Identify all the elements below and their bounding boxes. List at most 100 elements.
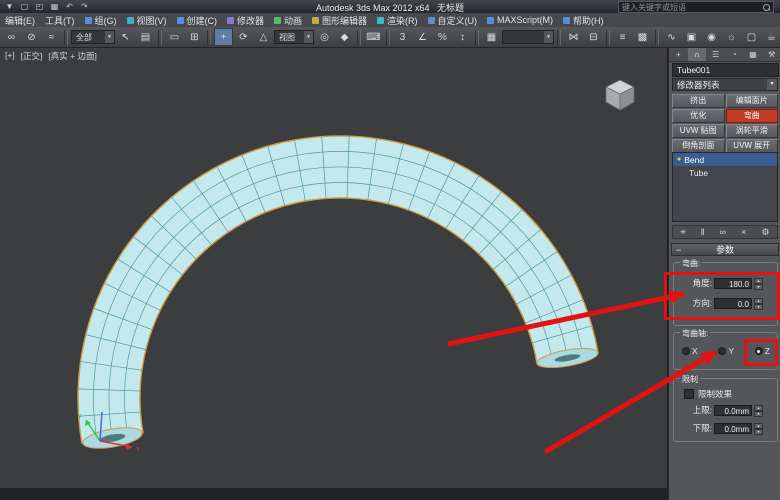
remove-modifier-icon[interactable]: × (741, 227, 746, 237)
stack-item-tube[interactable]: Tube (673, 166, 777, 179)
select-by-name-icon[interactable]: ▤ (136, 28, 155, 46)
modifier-button-2[interactable]: 优化 (672, 109, 725, 123)
tab-display[interactable]: ▦ (744, 48, 763, 61)
select-object-icon[interactable]: ↖ (116, 28, 135, 46)
axis-y-radio[interactable]: Y (718, 346, 734, 356)
curve-editor-icon[interactable]: ∿ (662, 28, 681, 46)
use-center-icon[interactable]: ◎ (315, 28, 334, 46)
layer-manager-icon[interactable]: ≡ (613, 28, 632, 46)
stack-item-bend[interactable]: ● Bend (673, 153, 777, 166)
modifier-button-6[interactable]: 倒角剖面 (672, 139, 725, 153)
material-editor-icon[interactable]: ◉ (702, 28, 721, 46)
tab-hierarchy[interactable]: ☰ (706, 48, 725, 61)
lower-limit-field[interactable]: 0.0mm (714, 422, 752, 434)
search-placeholder: 键入关键字或短语 (622, 2, 686, 12)
axis-z-radio[interactable]: Z (754, 346, 770, 356)
angle-snap-icon[interactable]: ∠ (413, 28, 432, 46)
snap-toggle-icon[interactable]: 3 (393, 28, 412, 46)
schematic-view-icon[interactable]: ▣ (682, 28, 701, 46)
menu-item-3[interactable]: 视图(V) (122, 13, 172, 27)
save-file-icon[interactable]: ▦ (48, 1, 61, 12)
mirror-icon[interactable]: ⋈ (564, 28, 583, 46)
menu-item-label: 渲染(R) (387, 15, 418, 26)
undo-icon[interactable]: ↶ (63, 1, 76, 12)
search-input[interactable]: 键入关键字或短语 (618, 1, 774, 13)
app-menu-icon[interactable]: ▼ (3, 1, 16, 12)
window-crossing-icon[interactable]: ⊞ (185, 28, 204, 46)
modifier-button-5[interactable]: 涡轮平滑 (725, 124, 778, 138)
modifier-button-7[interactable]: UVW 展开 (725, 139, 778, 153)
tab-modify[interactable]: ∩ (687, 48, 707, 61)
show-end-result-icon[interactable]: ‖ (701, 227, 705, 237)
angle-spinner[interactable]: ▴ ▾ (754, 277, 763, 290)
rect-region-icon[interactable]: ▭ (165, 28, 184, 46)
angle-field[interactable]: 180.0 (714, 277, 752, 289)
menu-item-4[interactable]: 创建(C) (172, 13, 223, 27)
coord-system-combo[interactable]: 视图 ▼ (274, 30, 314, 44)
named-sets-combo[interactable]: ▼ (502, 30, 554, 44)
select-scale-icon[interactable]: △ (254, 28, 273, 46)
axis-x-radio[interactable]: X (682, 346, 698, 356)
align-icon[interactable]: ⊟ (584, 28, 603, 46)
menu-item-10[interactable]: MAXScript(M) (482, 13, 558, 27)
modifier-button-4[interactable]: UVW 贴图 (672, 124, 725, 138)
toolbar-separator (207, 29, 211, 45)
bent-tube-object[interactable]: x y (0, 48, 668, 488)
menu-item-8[interactable]: 渲染(R) (372, 13, 423, 27)
viewport[interactable]: [+] [正交] [真实 + 边面] x y (0, 48, 668, 488)
select-move-icon[interactable]: + (214, 28, 233, 46)
graphite-toggle-icon[interactable]: ▩ (633, 28, 652, 46)
select-manipulate-icon[interactable]: ◆ (335, 28, 354, 46)
selection-filter-combo[interactable]: 全部 ▼ (71, 30, 115, 44)
object-name-field[interactable]: Tube001 (672, 63, 779, 77)
spinner-snap-icon[interactable]: ↕ (453, 28, 472, 46)
viewport-general-menu[interactable]: [+] (5, 50, 15, 62)
limit-effect-checkbox[interactable] (684, 389, 694, 399)
view-cube[interactable] (598, 74, 640, 116)
parameters-rollout-title: 参数 (715, 245, 734, 255)
menu-item-6[interactable]: 动画 (269, 13, 307, 27)
visibility-bulb-icon[interactable]: ● (677, 156, 681, 163)
tab-utilities[interactable]: ⚒ (762, 48, 780, 61)
edit-named-sets-icon[interactable]: ▦ (482, 28, 501, 46)
parameters-rollout-header[interactable]: − 参数 (671, 243, 779, 256)
select-link-icon[interactable]: ∞ (2, 28, 21, 46)
redo-icon[interactable]: ↷ (78, 1, 91, 12)
open-file-icon[interactable]: ◰ (33, 1, 46, 12)
viewport-shading-menu[interactable]: [真实 + 边面] (48, 50, 96, 62)
new-scene-icon[interactable]: ▢ (18, 1, 31, 12)
menu-item-5[interactable]: 修改器 (222, 13, 269, 27)
direction-field[interactable]: 0.0 (714, 297, 752, 309)
select-rotate-icon[interactable]: ⟳ (234, 28, 253, 46)
lower-limit-spinner[interactable]: ▴ ▾ (754, 422, 763, 435)
unlink-icon[interactable]: ⊘ (22, 28, 41, 46)
menu-item-2[interactable]: 组(G) (80, 13, 122, 27)
menu-item-1[interactable]: 工具(T) (40, 13, 80, 27)
bind-spacewarp-icon[interactable]: ≈ (42, 28, 61, 46)
render-setup-icon[interactable]: ☼ (722, 28, 741, 46)
pin-stack-icon[interactable]: ⌖ (681, 227, 686, 238)
modifier-button-3[interactable]: 弯曲 (725, 109, 778, 123)
direction-spinner[interactable]: ▴ ▾ (754, 297, 763, 310)
viewport-pov-menu[interactable]: [正交] (21, 50, 43, 62)
menu-item-9[interactable]: 自定义(U) (423, 13, 483, 27)
gizmo-y-label: y (78, 413, 82, 420)
configure-sets-icon[interactable]: ⚙ (761, 227, 769, 238)
toolbar-separator (357, 29, 361, 45)
upper-limit-spinner[interactable]: ▴ ▾ (754, 404, 763, 417)
modifier-button-1[interactable]: 编辑面片 (725, 94, 778, 108)
upper-limit-field[interactable]: 0.0mm (714, 404, 752, 416)
tab-create[interactable]: + (669, 48, 688, 61)
percent-snap-icon[interactable]: % (433, 28, 452, 46)
rendered-frame-icon[interactable]: ▢ (742, 28, 761, 46)
menu-item-0[interactable]: 编辑(E) (0, 13, 40, 27)
tab-motion[interactable]: ◔ (725, 48, 744, 61)
modifier-button-0[interactable]: 挤出 (672, 94, 725, 108)
modifier-list-dropdown[interactable]: 修改器列表 ▼ (672, 78, 778, 91)
search-icon[interactable] (763, 3, 770, 11)
menu-item-7[interactable]: 图形编辑器 (307, 13, 372, 27)
make-unique-icon[interactable]: ∞ (719, 227, 725, 237)
keyboard-override-icon[interactable]: ⌨ (364, 28, 383, 46)
render-production-icon[interactable]: ☕ (762, 28, 780, 46)
menu-item-11[interactable]: 帮助(H) (558, 13, 609, 27)
